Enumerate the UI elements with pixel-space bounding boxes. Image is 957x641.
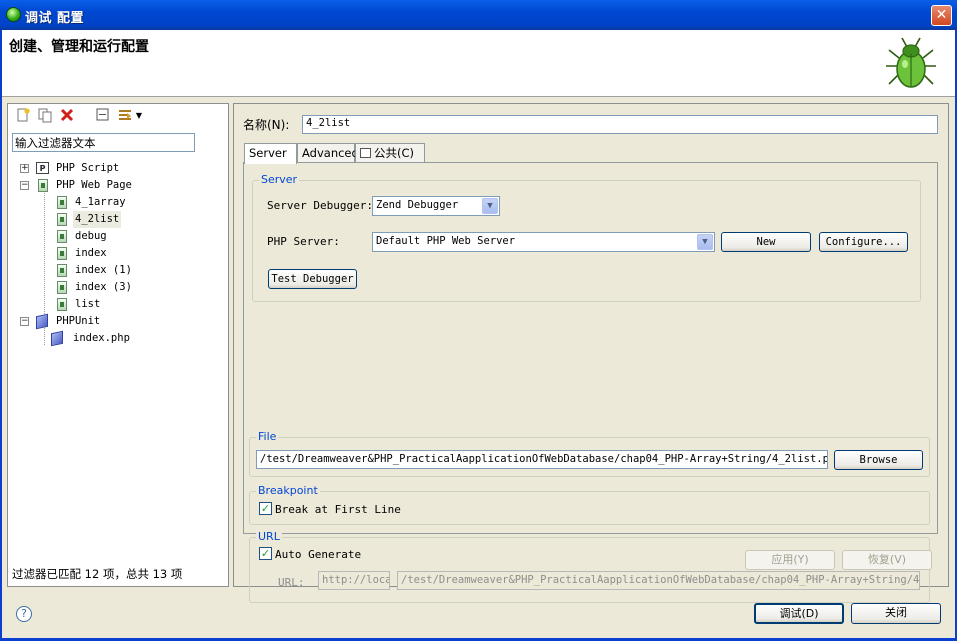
tree-connector xyxy=(44,186,45,322)
tree-item-4-2list[interactable]: 4_2list xyxy=(57,211,217,228)
break-at-first-line-checkbox[interactable]: ✓ xyxy=(259,502,272,515)
break-at-first-line-label: Break at First Line xyxy=(275,503,401,516)
server-group-title: Server xyxy=(259,173,300,186)
debug-button[interactable]: 调试(D) xyxy=(754,603,844,624)
window-title: 调试 配置 xyxy=(25,11,85,26)
collapse-icon[interactable]: − xyxy=(20,181,29,190)
window-close-button[interactable]: ✕ xyxy=(931,5,952,26)
php-web-page-icon xyxy=(38,179,48,192)
tree-item-php-script[interactable]: + P PHP Script xyxy=(20,160,220,177)
configuration-tree-panel: ▼ + P PHP Script − PHP Web Page 4_1array… xyxy=(7,103,229,587)
test-debugger-button[interactable]: Test Debugger xyxy=(268,269,357,289)
url-label: URL: xyxy=(278,576,305,589)
tree-item-label: index.php xyxy=(73,332,130,344)
delete-icon[interactable] xyxy=(58,107,76,125)
breakpoint-group-title: Breakpoint xyxy=(256,484,320,497)
browse-button[interactable]: Browse xyxy=(834,450,923,470)
server-debugger-label: Server Debugger: xyxy=(267,199,373,212)
auto-generate-label: Auto Generate xyxy=(275,548,362,561)
bug-icon xyxy=(886,37,936,88)
configuration-editor: 名称(N): 4_2list Server Advanced 公共(C) Ser… xyxy=(233,103,949,603)
help-icon[interactable]: ? xyxy=(16,606,32,622)
tree-item-label: index xyxy=(75,247,107,259)
file-group-title: File xyxy=(256,430,279,443)
collapse-all-icon[interactable] xyxy=(94,107,112,125)
new-server-button[interactable]: New xyxy=(721,232,811,252)
server-group: Server Server Debugger: Zend Debugger ▼ … xyxy=(252,173,921,302)
configure-server-button[interactable]: Configure... xyxy=(819,232,908,252)
apply-button[interactable]: 应用(Y) xyxy=(745,550,835,570)
expand-icon[interactable]: + xyxy=(20,164,29,173)
tab-common-label: 公共(C) xyxy=(374,146,415,160)
url-host-input[interactable]: http://loca xyxy=(318,571,390,590)
new-configuration-icon[interactable] xyxy=(14,107,32,125)
name-input[interactable]: 4_2list xyxy=(302,115,938,134)
name-label: 名称(N): xyxy=(243,118,290,132)
url-group: URL xyxy=(249,530,930,603)
tree-item-label: 4_2list xyxy=(73,211,122,228)
tree-item-label: index (1) xyxy=(75,264,132,276)
launch-config-icon xyxy=(57,264,67,277)
close-button[interactable]: 关闭 xyxy=(851,603,941,624)
tab-advanced[interactable]: Advanced xyxy=(297,143,359,163)
tree-item-label: PHPUnit xyxy=(56,315,101,327)
tree-item-label: index (3) xyxy=(75,281,132,293)
tree-item-label: PHP Script xyxy=(56,162,120,174)
tree-item-4-1array[interactable]: 4_1array xyxy=(57,194,217,211)
tab-server[interactable]: Server xyxy=(244,143,297,164)
phpunit-config-icon xyxy=(51,330,63,347)
launch-config-icon xyxy=(57,281,67,294)
url-group-title: URL xyxy=(256,530,282,543)
tree-item-php-web-page[interactable]: − PHP Web Page xyxy=(20,177,220,194)
tree-item-list[interactable]: list xyxy=(57,296,217,313)
tree-item-index-3[interactable]: index (3) xyxy=(57,279,217,296)
chevron-down-icon[interactable]: ▼ xyxy=(697,234,713,250)
file-path-input[interactable]: /test/Dreamweaver&PHP_PracticalAapplicat… xyxy=(256,450,828,469)
tree-item-index[interactable]: index xyxy=(57,245,217,262)
tree-item-debug[interactable]: debug xyxy=(57,228,217,245)
filter-dropdown-icon[interactable]: ▼ xyxy=(134,107,144,125)
php-server-value: Default PHP Web Server xyxy=(376,235,516,247)
chevron-down-icon[interactable]: ▼ xyxy=(482,198,498,214)
server-debugger-value: Zend Debugger xyxy=(376,199,459,211)
tree-item-index-php[interactable]: index.php xyxy=(51,330,211,347)
tree-item-label: 4_1array xyxy=(75,196,126,208)
php-server-label: PHP Server: xyxy=(267,235,340,248)
filter-input[interactable] xyxy=(12,133,195,152)
server-debugger-select[interactable]: Zend Debugger ▼ xyxy=(372,196,500,216)
launch-config-icon xyxy=(57,213,67,226)
tree-item-label: debug xyxy=(75,230,107,242)
dialog-heading: 创建、管理和运行配置 xyxy=(9,39,149,55)
tree-item-label: list xyxy=(75,298,101,310)
filter-icon[interactable] xyxy=(116,107,134,125)
url-path-input[interactable]: /test/Dreamweaver&PHP_PracticalAapplicat… xyxy=(397,571,920,590)
dialog-header: 创建、管理和运行配置 xyxy=(2,30,955,97)
title-bar: 调试 配置 ✕ xyxy=(0,0,957,30)
server-tab-content: Server Server Debugger: Zend Debugger ▼ … xyxy=(243,162,938,603)
php-script-icon: P xyxy=(36,162,49,174)
auto-generate-checkbox[interactable]: ✓ xyxy=(259,547,272,560)
tree-item-phpunit[interactable]: − PHPUnit xyxy=(20,313,220,330)
launch-config-icon xyxy=(57,298,67,311)
tree-item-label: PHP Web Page xyxy=(56,179,132,191)
tree-item-index-1[interactable]: index (1) xyxy=(57,262,217,279)
app-icon xyxy=(6,7,21,22)
common-tab-icon xyxy=(360,148,371,158)
launch-config-icon xyxy=(57,230,67,243)
launch-config-icon xyxy=(57,196,67,209)
launch-config-icon xyxy=(57,247,67,260)
collapse-icon[interactable]: − xyxy=(20,317,29,326)
duplicate-icon[interactable] xyxy=(36,107,54,125)
php-server-select[interactable]: Default PHP Web Server ▼ xyxy=(372,232,715,252)
tab-common[interactable]: 公共(C) xyxy=(355,143,425,163)
revert-button[interactable]: 恢复(V) xyxy=(842,550,932,570)
filter-status: 过滤器已匹配 12 项，总共 13 项 xyxy=(12,567,183,581)
phpunit-icon xyxy=(36,313,48,330)
